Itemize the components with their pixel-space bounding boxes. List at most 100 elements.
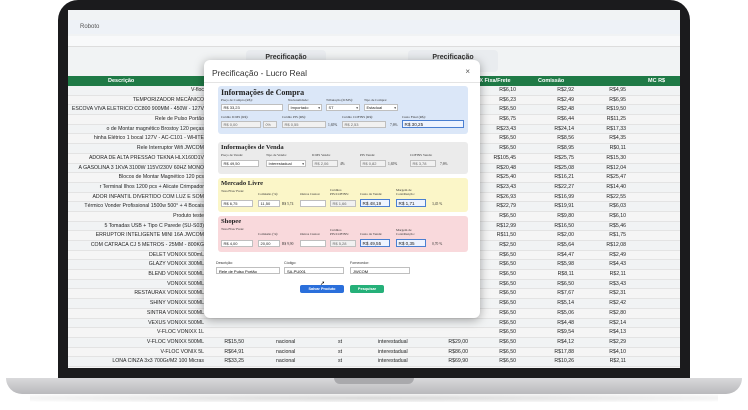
- table-cell-c[interactable]: R$17,33: [588, 125, 626, 134]
- tipo-venda-select[interactable]: Interestadual: [266, 160, 306, 167]
- table-cell-desc[interactable]: r Terminal Ilhos 1200 pcs + Alicate Crim…: [68, 183, 204, 192]
- table-cell-b[interactable]: R$6,50: [526, 280, 574, 289]
- table-cell-b[interactable]: R$5,98: [526, 260, 574, 269]
- table-row[interactable]: Tapete Atividade Infantil Dupla Face 65m…: [68, 366, 680, 369]
- table-cell-p1[interactable]: R$33,25: [208, 357, 244, 366]
- table-cell-b[interactable]: R$8,56: [526, 134, 574, 143]
- table-cell-p2[interactable]: nacional: [276, 338, 316, 347]
- table-cell-c[interactable]: R$11,25: [588, 115, 626, 124]
- table-cell-desc[interactable]: SINTRA VONIXX 500ML: [68, 309, 204, 318]
- table-cell-b[interactable]: R$17,88: [526, 348, 574, 357]
- tipo-compra-select[interactable]: Estadual: [364, 104, 398, 111]
- table-cell-b[interactable]: R$8,11: [526, 270, 574, 279]
- table-cell-desc[interactable]: LONA CINZA 3x3 700Gr/M2 100 Micras: [68, 357, 204, 366]
- table-cell-p2[interactable]: nacional: [276, 348, 316, 357]
- table-cell-desc[interactable]: SHINY VONIXX 500ML: [68, 299, 204, 308]
- preco-compra-input[interactable]: R$ 33,23: [221, 104, 283, 111]
- fornecedor-input[interactable]: JWCOM: [350, 267, 410, 274]
- table-cell-p4[interactable]: interestadual: [378, 367, 438, 369]
- ml-outros-input[interactable]: [300, 200, 326, 207]
- ml-taxa-input[interactable]: R$ 6,75: [221, 200, 253, 207]
- table-row[interactable]: V-FLOC VONIXX 1L R$6,50 R$9,54 R$4,13: [68, 328, 680, 338]
- table-cell-c[interactable]: R$5,46: [588, 222, 626, 231]
- table-cell-c[interactable]: R$2,80: [588, 309, 626, 318]
- table-cell-desc[interactable]: Térmico Vonder Profissional 1500w 500° +…: [68, 202, 204, 211]
- table-cell-desc[interactable]: Rele de Pulso Portão: [68, 115, 204, 124]
- table-cell-b[interactable]: R$11,83: [526, 367, 574, 369]
- nacionalidade-select[interactable]: Importado: [288, 104, 322, 111]
- table-cell-desc[interactable]: hinha Elétrico 1 bocal 127V - AC-C101 - …: [68, 134, 204, 143]
- table-cell-b[interactable]: R$6,44: [526, 115, 574, 124]
- table-row[interactable]: V-FLOC VONIXX 500ML R$15,50 nacional st inte…: [68, 338, 680, 348]
- table-row[interactable]: V-FLOC VONIX 5L R$64,91 nacional st interest…: [68, 347, 680, 358]
- table-cell-p4[interactable]: interestadual: [378, 357, 438, 366]
- table-cell-p3[interactable]: tributado: [338, 367, 368, 369]
- table-cell-b[interactable]: R$4,48: [526, 319, 574, 328]
- table-cell-c[interactable]: R$4,13: [588, 328, 626, 337]
- descricao-input[interactable]: Rele de Pulso Portão: [216, 267, 280, 274]
- table-cell-c[interactable]: R$4,10: [588, 348, 626, 357]
- table-cell-p1[interactable]: R$64,91: [208, 348, 244, 357]
- table-cell-c[interactable]: R$6,10: [588, 212, 626, 221]
- table-cell-p5[interactable]: R$86,00: [432, 348, 468, 357]
- table-cell-desc[interactable]: ERRUPTOR INTELIGENTE MINI 16A JWCOM: [68, 231, 204, 240]
- table-cell-b[interactable]: R$7,67: [526, 289, 574, 298]
- shopee-taxa-input[interactable]: R$ 4,00: [221, 240, 253, 247]
- table-cell-b[interactable]: R$9,54: [526, 328, 574, 337]
- table-cell-b[interactable]: R$22,27: [526, 183, 574, 192]
- table-cell-desc[interactable]: BLEND VONIXX 500ML: [68, 270, 204, 279]
- table-cell-b[interactable]: R$8,95: [526, 144, 574, 153]
- table-row[interactable]: LONA CINZA 3x3 700Gr/M2 100 Micras R$33,2…: [68, 357, 680, 367]
- table-cell-c[interactable]: R$4,43: [588, 260, 626, 269]
- table-cell-p4[interactable]: interestadual: [378, 338, 438, 347]
- table-cell-b[interactable]: R$16,21: [526, 173, 574, 182]
- table-cell-c[interactable]: R$22,55: [588, 193, 626, 202]
- table-row[interactable]: VEXUS VONIXX 500ML R$6,50 R$4,48 R$2,14: [68, 319, 680, 329]
- table-cell-a[interactable]: R$6,50: [468, 319, 516, 328]
- table-cell-b[interactable]: R$10,26: [526, 357, 574, 366]
- table-cell-a[interactable]: R$6,50: [468, 338, 516, 347]
- table-cell-desc[interactable]: o de Montar magnético Brostoy 120 peças: [68, 125, 204, 134]
- font-selector[interactable]: Roboto: [80, 24, 99, 30]
- table-cell-b[interactable]: R$16,99: [526, 193, 574, 202]
- table-cell-c[interactable]: R$0,11: [588, 144, 626, 153]
- table-cell-desc[interactable]: V-FLOC VONIXX 500ML: [68, 338, 204, 347]
- table-cell-desc[interactable]: TEMPORIZADOR MECÂNICO: [68, 96, 204, 105]
- table-cell-p1[interactable]: R$15,50: [208, 338, 244, 347]
- table-cell-b[interactable]: R$2,92: [526, 86, 574, 95]
- table-cell-c[interactable]: R$1,75: [588, 231, 626, 240]
- codigo-input[interactable]: SA-PU001: [284, 267, 344, 274]
- table-cell-a[interactable]: R$6,50: [468, 348, 516, 357]
- table-cell-b[interactable]: R$5,14: [526, 299, 574, 308]
- table-cell-desc[interactable]: Produto teste: [68, 212, 204, 221]
- table-cell-c[interactable]: R$12,04: [588, 164, 626, 173]
- tributacao-select[interactable]: ST: [326, 104, 360, 111]
- table-cell-p5[interactable]: R$69,90: [432, 357, 468, 366]
- table-cell-p1[interactable]: R$51,41: [208, 367, 244, 369]
- table-cell-desc[interactable]: A GASOLINA 3 1KVA 3100W 115V/230V 60HZ M…: [68, 164, 204, 173]
- table-cell-b[interactable]: R$25,08: [526, 164, 574, 173]
- table-cell-c[interactable]: R$2,31: [588, 289, 626, 298]
- table-cell-desc[interactable]: ADOR INFANTIL DIVERTIDO COM LUZ E SOM: [68, 193, 204, 202]
- preco-venda-input[interactable]: R$ 49,50: [221, 160, 259, 167]
- table-cell-b[interactable]: R$5,64: [526, 241, 574, 250]
- table-cell-desc[interactable]: Tapete Atividade Infantil Dupla Face 65m…: [68, 367, 204, 369]
- table-cell-desc[interactable]: Rele Interruptor Wifi JWCOM: [68, 144, 204, 153]
- table-cell-desc[interactable]: 5 Tomadas USB + Tipo C Parede (SU-S03): [68, 222, 204, 231]
- table-cell-p2[interactable]: nacional: [276, 357, 316, 366]
- table-cell-b[interactable]: R$5,06: [526, 309, 574, 318]
- table-cell-p3[interactable]: st: [338, 338, 368, 347]
- table-cell-desc[interactable]: ADORA DE ALTA PRESSAO TEKNA HLX160D1V: [68, 154, 204, 163]
- table-cell-a[interactable]: R$6,50: [468, 328, 516, 337]
- table-cell-desc[interactable]: RESTAURAX VONIXX 500ML: [68, 289, 204, 298]
- table-cell-b[interactable]: R$19,91: [526, 202, 574, 211]
- table-cell-b[interactable]: R$4,12: [526, 338, 574, 347]
- table-cell-b[interactable]: R$16,50: [526, 222, 574, 231]
- ml-comissao-input[interactable]: 11,50: [258, 200, 280, 207]
- table-cell-desc[interactable]: DELET VONIXX 500mL: [68, 251, 204, 260]
- table-cell-desc[interactable]: VONIXX 500ML: [68, 280, 204, 289]
- table-cell-c[interactable]: R$25,47: [588, 173, 626, 182]
- table-cell-b[interactable]: R$24,14: [526, 125, 574, 134]
- table-cell-c[interactable]: R$6,95: [588, 96, 626, 105]
- table-cell-a[interactable]: R$6,50: [468, 357, 516, 366]
